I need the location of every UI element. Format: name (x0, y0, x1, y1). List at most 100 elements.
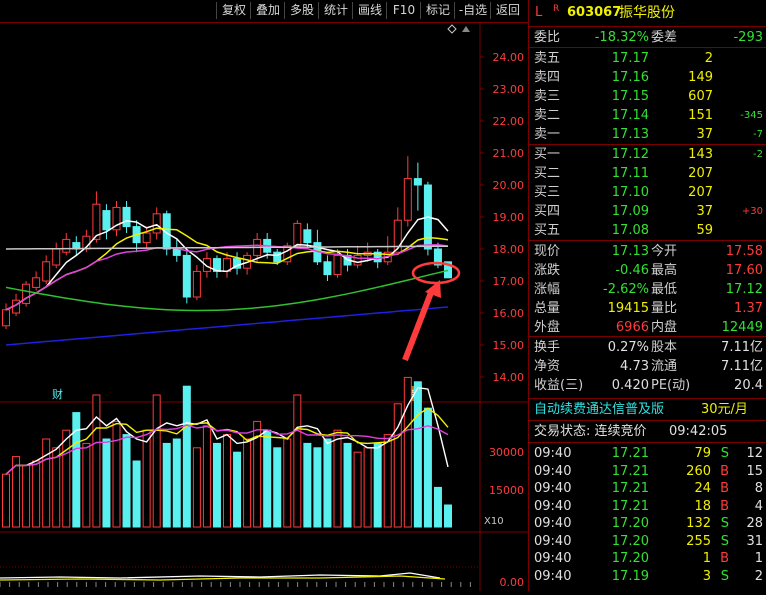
volume-bar (172, 438, 181, 528)
toolbar-button-4[interactable]: 画线 (352, 2, 387, 19)
promo-text[interactable]: 自动续费通达信普及版 (534, 401, 664, 418)
tick-row[interactable]: 09:40 17.21 18 B 4 (529, 498, 766, 515)
tick-side: S (720, 568, 729, 584)
toolbar-button-8[interactable]: 返回 (490, 2, 525, 19)
stat-value: 1.37 (734, 301, 763, 316)
stat-row: 现价 17.13 今开 17.58 (529, 243, 766, 260)
bids-row: 买一 17.12 143 -2 (529, 146, 766, 163)
price-tick-label: 24.00 (493, 51, 525, 64)
candle-body (182, 254, 191, 298)
stat-label: 量比 (651, 301, 678, 316)
toolbar-button-7[interactable]: -自选 (454, 2, 491, 19)
tick-row[interactable]: 09:40 17.21 24 B 8 (529, 480, 766, 497)
quote-header: L R 603067 振华股份 (529, 3, 766, 23)
stock-name: 振华股份 (619, 5, 675, 21)
stat-row: 涨幅 -2.62% 最低 17.12 (529, 281, 766, 298)
asks-label: 卖四 (534, 70, 561, 85)
volume-bar (132, 460, 141, 528)
volume-bar (373, 442, 382, 528)
asks-volume: 37 (696, 127, 713, 142)
asks-volume: 151 (688, 108, 713, 123)
tick-time: 09:40 (534, 481, 572, 496)
tick-count: 12 (746, 446, 763, 461)
bids-change: +30 (741, 206, 763, 217)
volume-bar (303, 442, 312, 528)
stat-value: -2.62% (603, 282, 649, 297)
asks-change: -7 (753, 129, 763, 140)
kline-chart[interactable]: 24.00 23.00 22.00 21.00 20.00 19.00 18.00 17.00… (0, 22, 528, 591)
bids-volume: 143 (688, 147, 713, 162)
bids-label: 买三 (534, 185, 561, 200)
promo-banner[interactable]: 自动续费通达信普及版 30元/月 (529, 401, 766, 418)
toolbar-button-2[interactable]: 多股 (284, 2, 319, 19)
chart-toolbar: 复权 叠加 多股 统计 画线 F10 标记 -自选 返回 (0, 0, 528, 23)
toolbar-button-3[interactable]: 统计 (318, 2, 353, 19)
volume-tick-label: 15000 (489, 484, 524, 497)
tick-side: B (720, 551, 729, 566)
fundamental-label: 流通 (651, 359, 678, 374)
fundamental-value: 0.420 (611, 378, 649, 393)
stat-row: 总量 19415 量比 1.37 (529, 300, 766, 317)
candle-body (192, 270, 201, 298)
volume-bar (122, 434, 131, 528)
price-tick-label: 16.00 (493, 307, 525, 320)
candle-body (333, 254, 342, 276)
bids-price: 17.11 (611, 166, 649, 181)
bids-label: 买四 (534, 204, 561, 219)
tick-side: S (720, 533, 729, 549)
bids-row: 买三 17.10 207 (529, 184, 766, 201)
toolbar-button-1[interactable]: 叠加 (250, 2, 285, 19)
bids-volume: 37 (696, 204, 713, 219)
tick-count: 15 (746, 463, 763, 479)
asks-row: 卖二 17.14 151 -345 (529, 107, 766, 124)
tick-row[interactable]: 09:40 17.20 1 B 1 (529, 550, 766, 567)
fundamental-row: 收益(三) 0.420 PE(动) 20.4 (529, 377, 766, 394)
tick-count: 28 (746, 516, 763, 531)
highlight-arrow (402, 288, 435, 362)
asks-price: 17.16 (611, 70, 649, 85)
tick-row[interactable]: 09:40 17.19 3 S 2 (529, 568, 766, 585)
toolbar-button-6[interactable]: 标记 (420, 2, 455, 19)
tick-row[interactable]: 09:40 17.21 260 B 15 (529, 463, 766, 480)
tick-volume: 260 (686, 463, 711, 479)
asks-change: -345 (740, 110, 763, 121)
tick-price: 17.21 (611, 446, 649, 461)
divider (529, 398, 766, 399)
fundamental-value: 20.4 (734, 378, 763, 393)
divider (529, 336, 766, 337)
tick-count: 4 (754, 498, 763, 514)
stat-label: 总量 (534, 301, 561, 316)
stat-label: 外盘 (534, 320, 561, 335)
bids-label: 买二 (534, 166, 561, 181)
stat-row: 外盘 6966 内盘 12449 (529, 319, 766, 336)
toolbar-button-5[interactable]: F10 (386, 2, 421, 19)
kline-chart-svg[interactable]: 24.00 23.00 22.00 21.00 20.00 19.00 18.00 17.00… (0, 22, 528, 591)
tick-price: 17.19 (611, 568, 649, 584)
volume-bar (52, 447, 61, 528)
volume-bar (192, 447, 201, 528)
fundamental-row: 净资 4.73 流通 7.11亿 (529, 358, 766, 375)
trade-status: 交易状态: 连续竞价 09:42:05 (529, 423, 766, 440)
asks-row: 卖一 17.13 37 -7 (529, 126, 766, 143)
weibi-label: 委比 (534, 30, 561, 45)
stat-value: 17.58 (725, 244, 763, 259)
volume-bar (263, 429, 272, 528)
price-tick-label: 23.00 (493, 83, 525, 96)
promo-price[interactable]: 30元/月 (701, 401, 748, 418)
divider (529, 47, 766, 48)
divider (529, 144, 766, 145)
asks-label: 卖五 (534, 51, 561, 66)
bids-row: 买五 17.08 59 (529, 222, 766, 239)
divider (529, 420, 766, 421)
stat-label: 最低 (651, 282, 678, 297)
toolbar-button-0[interactable]: 复权 (216, 2, 251, 19)
candle-body (293, 222, 302, 247)
volume-bar (182, 385, 191, 528)
tick-row[interactable]: 09:40 17.20 132 S 28 (529, 515, 766, 532)
volume-bar (273, 447, 282, 528)
tick-row[interactable]: 09:40 17.21 79 S 12 (529, 445, 766, 462)
stat-value: 17.60 (725, 263, 763, 278)
tick-row[interactable]: 09:40 17.20 255 S 31 (529, 533, 766, 550)
volume-bar (212, 442, 221, 528)
tick-volume: 132 (686, 516, 711, 531)
